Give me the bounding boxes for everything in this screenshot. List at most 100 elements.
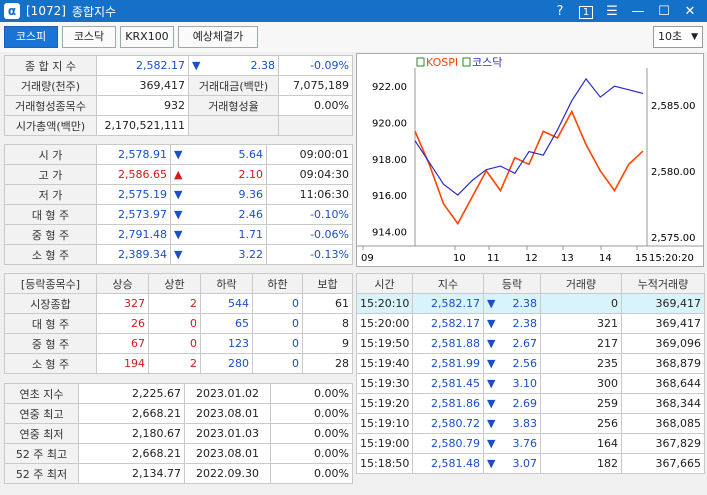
tick-cumulative: 369,417 xyxy=(621,313,705,334)
updown-row: 중 형 주 67 0 123 0 9 xyxy=(4,333,353,354)
tick-value: 2,582.17 xyxy=(412,293,484,314)
legend-icon xyxy=(416,57,425,67)
tick-time: 15:18:50 xyxy=(356,453,413,474)
close-icon[interactable]: ✕ xyxy=(677,4,703,19)
legend-label: KOSPI xyxy=(426,56,458,69)
flat-count: 61 xyxy=(302,293,353,314)
tick-volume: 182 xyxy=(540,453,622,474)
down-arrow-icon: ▼ xyxy=(487,317,496,330)
ohlc-time: 11:06:30 xyxy=(266,184,353,205)
tick-cumulative: 367,665 xyxy=(621,453,705,474)
tick-time: 15:19:00 xyxy=(356,433,413,454)
intraday-chart[interactable]: 922.00 920.00 918.00 916.00 914.00 2,585.00 2,… xyxy=(356,53,704,267)
tick-time: 15:19:40 xyxy=(356,353,413,374)
interval-select[interactable]: 10초 ▼ xyxy=(653,26,703,48)
yearly-row: 연중 최고 2,668.21 2023.08.01 0.00% xyxy=(4,403,353,424)
flat-count: 28 xyxy=(302,353,353,374)
tick-cumulative: 367,829 xyxy=(621,433,705,454)
ohlc-value: 2,573.97 xyxy=(96,204,171,225)
ohlc-change: 1.71 xyxy=(238,228,264,241)
x-tick-label: 12 xyxy=(525,253,538,264)
tick-row[interactable]: 15:18:50 2,581.48 ▼ 3.07 182 367,665 xyxy=(356,453,705,474)
tick-value: 2,581.48 xyxy=(412,453,484,474)
x-tick-label: 11 xyxy=(487,253,500,264)
composite-pct: -0.09% xyxy=(278,55,353,76)
maximize-icon[interactable]: ☐ xyxy=(651,4,677,19)
tick-row[interactable]: 15:19:40 2,581.99 ▼ 2.56 235 368,879 xyxy=(356,353,705,374)
left-tick-label: 916.00 xyxy=(372,191,407,202)
tick-row[interactable]: 15:19:20 2,581.86 ▼ 2.69 259 368,344 xyxy=(356,393,705,414)
tick-value: 2,581.99 xyxy=(412,353,484,374)
tab-krx100[interactable]: KRX100 xyxy=(120,26,174,48)
empty-cell xyxy=(278,115,353,136)
up-count: 67 xyxy=(96,333,149,354)
minimize-icon[interactable]: — xyxy=(625,4,651,19)
label-amount: 거래대금(백만) xyxy=(188,75,279,96)
yearly-value: 2,180.67 xyxy=(78,423,185,444)
updown-row: 소 형 주 194 2 280 0 28 xyxy=(4,353,353,374)
up-arrow-icon: ▲ xyxy=(174,168,183,181)
label-traded-ratio: 거래형성율 xyxy=(188,95,279,116)
help-icon[interactable]: ? xyxy=(547,4,573,19)
traded-ratio-value: 0.00% xyxy=(278,95,353,116)
tick-cumulative: 369,417 xyxy=(621,293,705,314)
down-arrow-icon: ▼ xyxy=(487,357,496,370)
composite-value: 2,582.17 xyxy=(96,55,189,76)
updown-row: 대 형 주 26 0 65 0 8 xyxy=(4,313,353,334)
column-header: 하한 xyxy=(252,273,303,294)
ohlc-change-cell: ▲ 2.10 xyxy=(170,164,267,185)
tick-change: 3.83 xyxy=(512,417,538,430)
ohlc-row: 고 가 2,586.65 ▲ 2.10 09:04:30 xyxy=(4,164,353,185)
tick-row[interactable]: 15:19:10 2,580.72 ▼ 3.83 256 368,085 xyxy=(356,413,705,434)
column-header: 상승 xyxy=(96,273,149,294)
updown-table: [등락종목수] 상승 상한 하락 하한 보합 시장종합 327 2 544 0 61 대 형 주 26 0 6… xyxy=(4,273,353,374)
tick-time: 15:20:00 xyxy=(356,313,413,334)
traded-count-value: 932 xyxy=(96,95,189,116)
tick-row[interactable]: 15:20:10 2,582.17 ▼ 2.38 0 369,417 xyxy=(356,293,705,314)
single-view-icon[interactable]: 1 xyxy=(573,4,599,19)
label-composite: 종 합 지 수 xyxy=(4,55,97,76)
composite-change: 2.38 xyxy=(250,59,276,72)
ohlc-change-cell: ▼ 3.22 xyxy=(170,244,267,265)
down-count: 65 xyxy=(200,313,253,334)
ohlc-value: 2,586.65 xyxy=(96,164,171,185)
updown-header: [등락종목수] 상승 상한 하락 하한 보합 xyxy=(4,273,353,294)
tick-value: 2,580.72 xyxy=(412,413,484,434)
ohlc-value: 2,389.34 xyxy=(96,244,171,265)
flat-count: 9 xyxy=(302,333,353,354)
tick-volume: 321 xyxy=(540,313,622,334)
right-tick-label: 2,585.00 xyxy=(651,101,696,112)
tick-value: 2,581.88 xyxy=(412,333,484,354)
yearly-row: 연중 최저 2,180.67 2023.01.03 0.00% xyxy=(4,423,353,444)
tick-row[interactable]: 15:19:30 2,581.45 ▼ 3.10 300 368,644 xyxy=(356,373,705,394)
tick-change: 3.76 xyxy=(512,437,538,450)
tick-row[interactable]: 15:19:50 2,581.88 ▼ 2.67 217 369,096 xyxy=(356,333,705,354)
uplimit-count: 0 xyxy=(148,333,201,354)
yearly-value: 2,134.77 xyxy=(78,463,185,484)
menu-icon[interactable]: ☰ xyxy=(599,4,625,19)
tab-kosdaq[interactable]: 코스닥 xyxy=(62,26,116,48)
yearly-pct: 0.00% xyxy=(270,383,353,404)
toolbar: 코스피 코스닥 KRX100 예상체결가 10초 ▼ xyxy=(0,22,707,52)
down-arrow-icon: ▼ xyxy=(192,59,201,72)
yearly-row: 연초 지수 2,225.67 2023.01.02 0.00% xyxy=(4,383,353,404)
tick-cumulative: 368,879 xyxy=(621,353,705,374)
tick-row[interactable]: 15:19:00 2,580.79 ▼ 3.76 164 367,829 xyxy=(356,433,705,454)
column-header: 지수 xyxy=(412,273,484,294)
downlimit-count: 0 xyxy=(252,293,303,314)
empty-cell xyxy=(188,115,279,136)
down-arrow-icon: ▼ xyxy=(487,377,496,390)
down-count: 123 xyxy=(200,333,253,354)
tick-change-cell: ▼ 3.07 xyxy=(483,453,541,474)
tab-expected[interactable]: 예상체결가 xyxy=(178,26,258,48)
up-count: 194 xyxy=(96,353,149,374)
ohlc-table: 시 가 2,578.91 ▼ 5.64 09:00:01 고 가 2,586.65 ▲ 2.10… xyxy=(4,144,353,265)
ohlc-row: 소 형 주 2,389.34 ▼ 3.22 -0.13% xyxy=(4,244,353,265)
tick-row[interactable]: 15:20:00 2,582.17 ▼ 2.38 321 369,417 xyxy=(356,313,705,334)
tab-kospi[interactable]: 코스피 xyxy=(4,26,58,48)
tick-volume: 217 xyxy=(540,333,622,354)
legend-icon xyxy=(462,57,471,67)
ohlc-time: 09:00:01 xyxy=(266,144,353,165)
down-arrow-icon: ▼ xyxy=(174,208,183,221)
tick-volume: 164 xyxy=(540,433,622,454)
